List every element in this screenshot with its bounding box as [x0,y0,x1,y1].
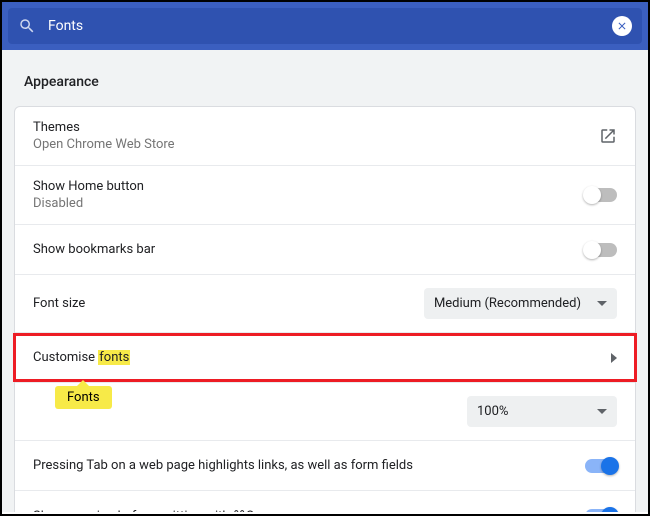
themes-subtitle: Open Chrome Web Store [33,137,599,152]
quit-warning-toggle[interactable] [585,509,617,512]
home-button-subtitle: Disabled [33,196,585,211]
tab-highlight-toggle[interactable] [585,459,617,473]
appearance-card: Themes Open Chrome Web Store Show Home b… [14,106,636,512]
bookmarks-bar-row: Show bookmarks bar [15,225,635,275]
settings-page: Appearance Themes Open Chrome Web Store … [2,50,648,512]
search-highlight: fonts [98,350,130,365]
tab-highlight-title: Pressing Tab on a web page highlights li… [33,458,585,473]
open-external-icon [599,127,617,145]
font-size-select[interactable]: Medium (Recommended) [424,288,617,319]
search-field[interactable]: Fonts [8,8,642,44]
font-size-row: Font size Medium (Recommended) [15,275,635,333]
quit-warning-row: Show warning before quitting with ⌘Q [15,491,635,512]
search-bar: Fonts [2,2,648,50]
dropdown-icon [597,409,607,414]
home-button-toggle[interactable] [585,188,617,202]
home-button-title: Show Home button [33,179,585,194]
search-icon [18,17,36,35]
search-query: Fonts [48,18,600,34]
close-icon [616,20,628,32]
customise-fonts-row[interactable]: Customise fonts Fonts [15,333,635,383]
page-zoom-value: 100% [477,404,508,419]
bookmarks-bar-title: Show bookmarks bar [33,242,585,257]
quit-warning-title: Show warning before quitting with ⌘Q [33,509,585,513]
page-zoom-select[interactable]: 100% [467,396,617,427]
clear-search-button[interactable] [612,16,632,36]
customise-fonts-title: Customise fonts [33,350,611,365]
section-title: Appearance [2,50,648,106]
themes-title: Themes [33,120,599,135]
font-size-title: Font size [33,296,424,311]
dropdown-icon [597,301,607,306]
home-button-row: Show Home button Disabled [15,166,635,225]
page-zoom-row: Page zoom 100% [15,383,635,441]
tab-highlight-row: Pressing Tab on a web page highlights li… [15,441,635,491]
font-size-value: Medium (Recommended) [434,296,581,311]
themes-row[interactable]: Themes Open Chrome Web Store [15,107,635,166]
bookmarks-bar-toggle[interactable] [585,243,617,257]
chevron-right-icon [611,353,617,363]
